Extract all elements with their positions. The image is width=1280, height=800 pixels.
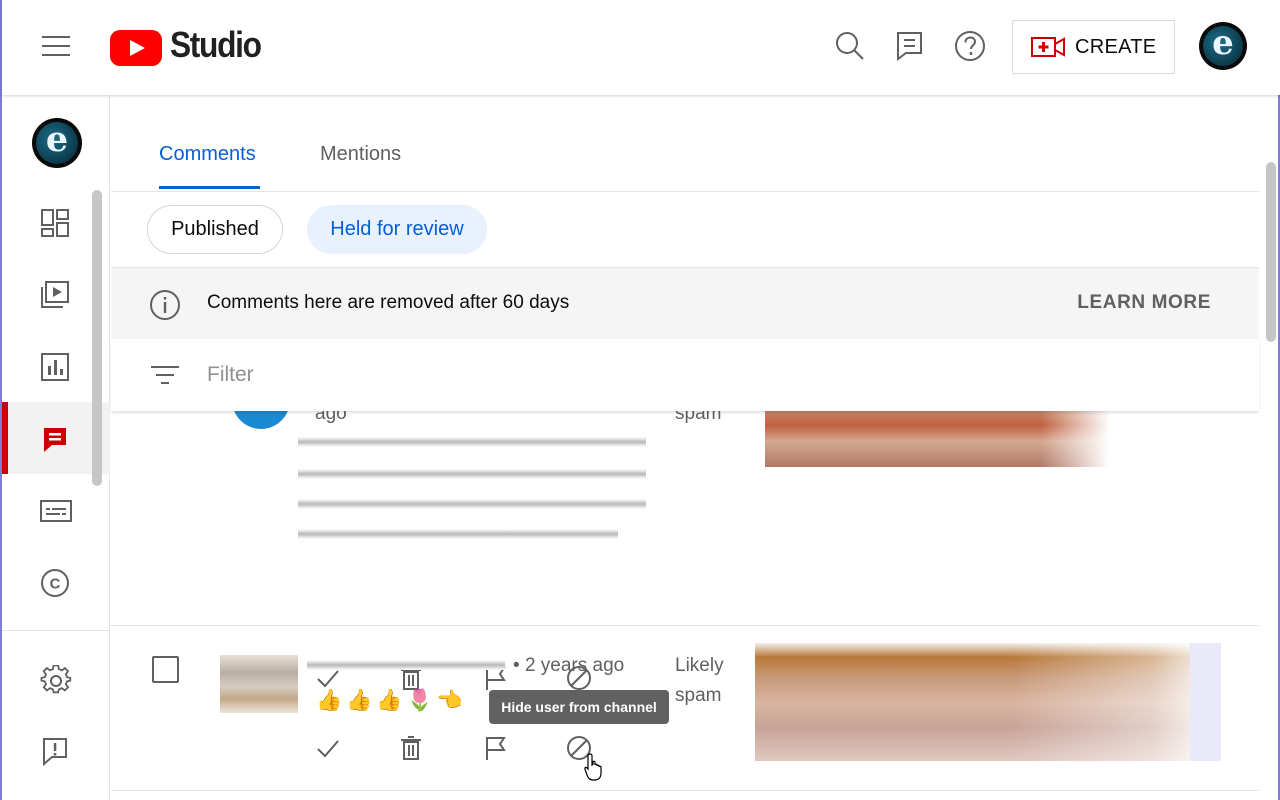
- help-icon[interactable]: [954, 30, 986, 62]
- search-icon[interactable]: [834, 30, 866, 62]
- comment-checkbox[interactable]: [152, 656, 179, 683]
- tab-comments[interactable]: Comments: [159, 143, 256, 166]
- comment-time: • 2 years ago: [513, 655, 625, 676]
- sidebar-scrollbar[interactable]: [92, 190, 102, 486]
- info-text: Comments here are removed after 60 days: [207, 292, 570, 313]
- hide-user-tooltip: Hide user from channel: [489, 690, 669, 724]
- sidebar-item-settings[interactable]: [2, 643, 110, 715]
- hand-pointer-cursor-icon: [584, 753, 602, 781]
- filter-icon[interactable]: [151, 364, 179, 386]
- dashboard-icon: [41, 209, 69, 237]
- create-label: CREATE: [1075, 35, 1157, 58]
- report-flag-icon[interactable]: [482, 734, 510, 762]
- video-camera-icon: [1031, 37, 1065, 57]
- feedback-message-icon[interactable]: [894, 30, 926, 62]
- chip-held-for-review[interactable]: Held for review: [307, 205, 487, 254]
- channel-avatar[interactable]: e: [32, 118, 82, 168]
- sidebar-divider: [2, 630, 110, 631]
- feedback-icon: [43, 738, 67, 766]
- filter-input[interactable]: Filter: [207, 363, 254, 387]
- subtitles-icon: [40, 500, 72, 522]
- approve-check-icon[interactable]: [314, 734, 342, 762]
- top-header: Studio CREATE e: [2, 0, 1280, 95]
- comment-text: 👍👍👍🌷👈: [316, 689, 467, 712]
- sidebar-item-copyright[interactable]: C: [2, 546, 110, 618]
- sidebar-item-feedback[interactable]: [2, 714, 110, 786]
- menu-icon[interactable]: [42, 34, 72, 58]
- account-avatar[interactable]: e: [1199, 22, 1247, 70]
- analytics-icon: [41, 353, 69, 381]
- svg-text:C: C: [50, 576, 61, 593]
- main-scrollbar[interactable]: [1266, 162, 1276, 342]
- copyright-icon: C: [41, 569, 69, 597]
- settings-icon: [40, 665, 72, 694]
- content-icon: [41, 281, 69, 308]
- info-banner: Comments here are removed after 60 days …: [111, 267, 1259, 339]
- commenter-avatar[interactable]: [220, 655, 298, 713]
- tabs-divider: [111, 191, 1259, 192]
- create-button[interactable]: CREATE: [1012, 20, 1175, 74]
- video-thumbnail[interactable]: [755, 643, 1221, 761]
- row-divider: [111, 790, 1259, 791]
- commenter-avatar[interactable]: [232, 411, 290, 429]
- video-thumbnail[interactable]: [765, 411, 1110, 467]
- filter-bar[interactable]: Filter: [111, 339, 1259, 411]
- tab-mentions[interactable]: Mentions: [320, 143, 401, 166]
- comment-status: Likely spam: [675, 655, 724, 706]
- thumbnail-edge: [1190, 643, 1221, 761]
- delete-trash-icon[interactable]: [397, 734, 425, 762]
- comments-icon: [44, 428, 66, 452]
- active-tab-indicator: [159, 186, 260, 189]
- row-divider: [111, 625, 1259, 626]
- youtube-logo-icon[interactable]: [110, 30, 162, 66]
- info-icon: [150, 290, 180, 320]
- chip-published[interactable]: Published: [147, 205, 283, 254]
- comment-time: ago: [315, 411, 347, 424]
- comment-status: spam: [675, 411, 722, 424]
- learn-more-link[interactable]: LEARN MORE: [1077, 292, 1211, 314]
- studio-logo-text[interactable]: Studio: [170, 24, 262, 66]
